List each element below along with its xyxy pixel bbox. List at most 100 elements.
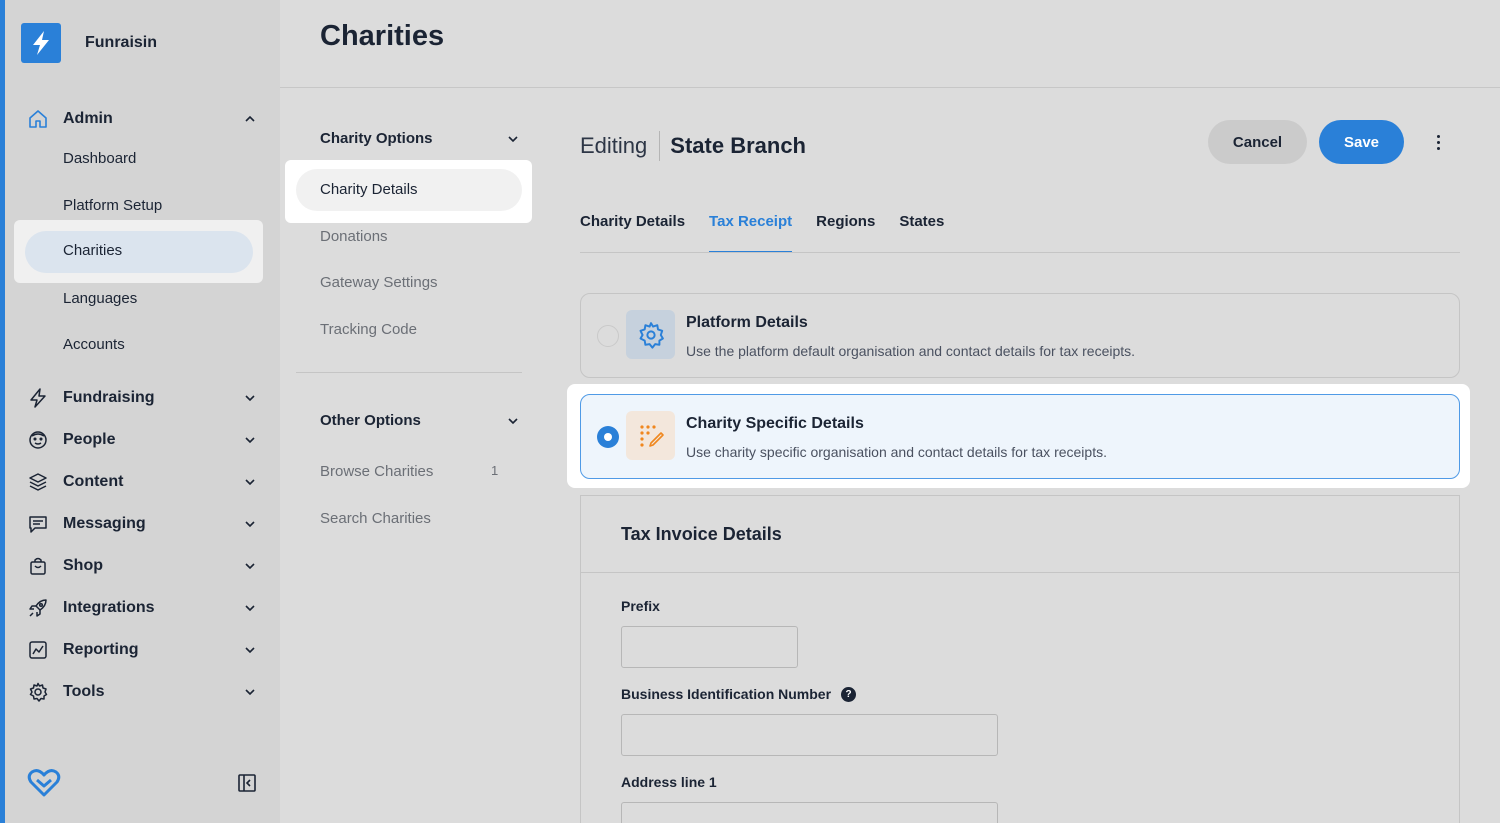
dots-pencil-icon <box>626 411 675 460</box>
tab-tax-receipt[interactable]: Tax Receipt <box>709 213 793 253</box>
nav-content-label: Content <box>63 473 124 490</box>
platform-details-desc: Use the platform default organisation an… <box>686 343 1136 359</box>
other-options-title: Other Options <box>320 412 421 429</box>
nav-shop-label: Shop <box>63 557 103 574</box>
nav-shop[interactable]: Shop <box>27 551 257 581</box>
nav-fundraising-label: Fundraising <box>63 389 155 406</box>
chevron-up-icon[interactable] <box>243 112 257 126</box>
tab-regions[interactable]: Regions <box>816 213 875 253</box>
address-line-1-input[interactable] <box>621 802 998 823</box>
bag-icon <box>27 555 49 577</box>
sidebar-item-accounts[interactable]: Accounts <box>63 336 125 353</box>
bin-label-text: Business Identification Number <box>621 686 832 702</box>
chevron-down-icon[interactable] <box>243 601 257 615</box>
chevron-down-icon[interactable] <box>243 475 257 489</box>
option-charity-specific-details[interactable]: Charity Specific Details Use charity spe… <box>580 394 1460 479</box>
address-line-1-label-text: Address line 1 <box>621 774 717 790</box>
chevron-down-icon[interactable] <box>243 685 257 699</box>
charity-options-header[interactable]: Charity Options <box>320 130 520 147</box>
chevron-down-icon[interactable] <box>243 643 257 657</box>
charity-specific-radio[interactable] <box>597 426 619 448</box>
chevron-down-icon[interactable] <box>243 391 257 405</box>
charity-options-title: Charity Options <box>320 130 433 147</box>
nav-reporting-label: Reporting <box>63 641 139 658</box>
charity-details-highlight: Charity Details <box>285 160 532 223</box>
sidebar: Funraisin Admin Dashboard Platform Setup… <box>5 0 280 823</box>
menu-item-charity-details-label: Charity Details <box>320 181 418 198</box>
chevron-down-icon[interactable] <box>506 132 520 146</box>
nav-admin-label: Admin <box>63 110 113 127</box>
sidebar-item-charities[interactable]: Charities <box>25 231 253 273</box>
bin-input[interactable] <box>621 714 998 756</box>
nav-tools[interactable]: Tools <box>27 677 257 707</box>
nav-content[interactable]: Content <box>27 467 257 497</box>
tab-bar: Charity Details Tax Receipt Regions Stat… <box>580 213 944 253</box>
nav-messaging[interactable]: Messaging <box>27 509 257 539</box>
page-title: Charities <box>320 20 445 52</box>
nav-people[interactable]: People <box>27 425 257 455</box>
prefix-label: Prefix <box>621 598 660 614</box>
sidebar-item-charities-highlight: Charities <box>14 220 263 283</box>
menu-item-browse-charities[interactable]: Browse Charities <box>320 463 433 480</box>
sidebar-item-dashboard[interactable]: Dashboard <box>63 150 136 167</box>
heart-logo-icon[interactable] <box>27 768 61 803</box>
option-platform-details[interactable]: Platform Details Use the platform defaul… <box>580 293 1460 378</box>
sidebar-item-languages[interactable]: Languages <box>63 290 137 307</box>
middle-divider <box>296 372 522 373</box>
tax-invoice-panel: Tax Invoice Details Prefix Business Iden… <box>580 495 1460 823</box>
tax-invoice-title: Tax Invoice Details <box>621 524 782 544</box>
nav-messaging-label: Messaging <box>63 515 146 532</box>
nav-admin[interactable]: Admin <box>27 104 257 134</box>
cancel-button[interactable]: Cancel <box>1208 120 1307 164</box>
chart-icon <box>27 639 49 661</box>
gear-icon <box>626 310 675 359</box>
nav-people-label: People <box>63 431 116 448</box>
charity-specific-desc: Use charity specific organisation and co… <box>686 444 1107 460</box>
nav-integrations-label: Integrations <box>63 599 155 616</box>
chevron-down-icon[interactable] <box>243 433 257 447</box>
editing-heading: Editing State Branch <box>580 131 806 161</box>
menu-item-gateway-settings[interactable]: Gateway Settings <box>320 274 438 291</box>
home-icon <box>27 108 49 130</box>
chevron-down-icon[interactable] <box>243 517 257 531</box>
platform-details-radio[interactable] <box>597 325 619 347</box>
editing-name: State Branch <box>670 133 806 158</box>
platform-details-title: Platform Details <box>686 314 808 331</box>
tab-charity-details[interactable]: Charity Details <box>580 213 685 253</box>
collapse-sidebar-icon[interactable] <box>237 773 257 798</box>
more-options-icon[interactable] <box>1428 130 1448 154</box>
bolt-icon <box>27 387 49 409</box>
tabs-divider <box>580 252 1460 253</box>
nav-integrations[interactable]: Integrations <box>27 593 257 623</box>
editing-separator <box>659 131 661 161</box>
brand-name: Funraisin <box>85 34 158 51</box>
rocket-icon <box>27 597 49 619</box>
layers-icon <box>27 471 49 493</box>
menu-item-tracking-code[interactable]: Tracking Code <box>320 321 417 338</box>
nav-fundraising[interactable]: Fundraising <box>27 383 257 413</box>
gear-icon <box>27 681 49 703</box>
face-icon <box>27 429 49 451</box>
menu-item-donations[interactable]: Donations <box>320 228 388 245</box>
nav-reporting[interactable]: Reporting <box>27 635 257 665</box>
browse-count-badge: 1 <box>491 463 499 478</box>
chevron-down-icon[interactable] <box>243 559 257 573</box>
prefix-input[interactable] <box>621 626 798 668</box>
sidebar-item-platform-setup[interactable]: Platform Setup <box>63 197 162 214</box>
tab-states[interactable]: States <box>899 213 944 253</box>
menu-item-charity-details[interactable]: Charity Details <box>296 169 522 211</box>
lightning-logo-icon <box>21 23 61 63</box>
brand[interactable]: Funraisin <box>21 23 157 63</box>
editing-prefix: Editing <box>580 133 648 158</box>
menu-item-search-charities[interactable]: Search Charities <box>320 510 431 527</box>
nav-tools-label: Tools <box>63 683 105 700</box>
help-icon[interactable]: ? <box>841 686 857 702</box>
header-divider <box>280 87 1500 88</box>
save-button[interactable]: Save <box>1319 120 1404 164</box>
chevron-down-icon[interactable] <box>506 414 520 428</box>
other-options-header[interactable]: Other Options <box>320 412 520 429</box>
charity-specific-title: Charity Specific Details <box>686 415 864 432</box>
invoice-divider <box>581 572 1459 573</box>
sidebar-item-charities-label: Charities <box>63 242 123 259</box>
address-line-1-label: Address line 1 <box>621 774 717 790</box>
